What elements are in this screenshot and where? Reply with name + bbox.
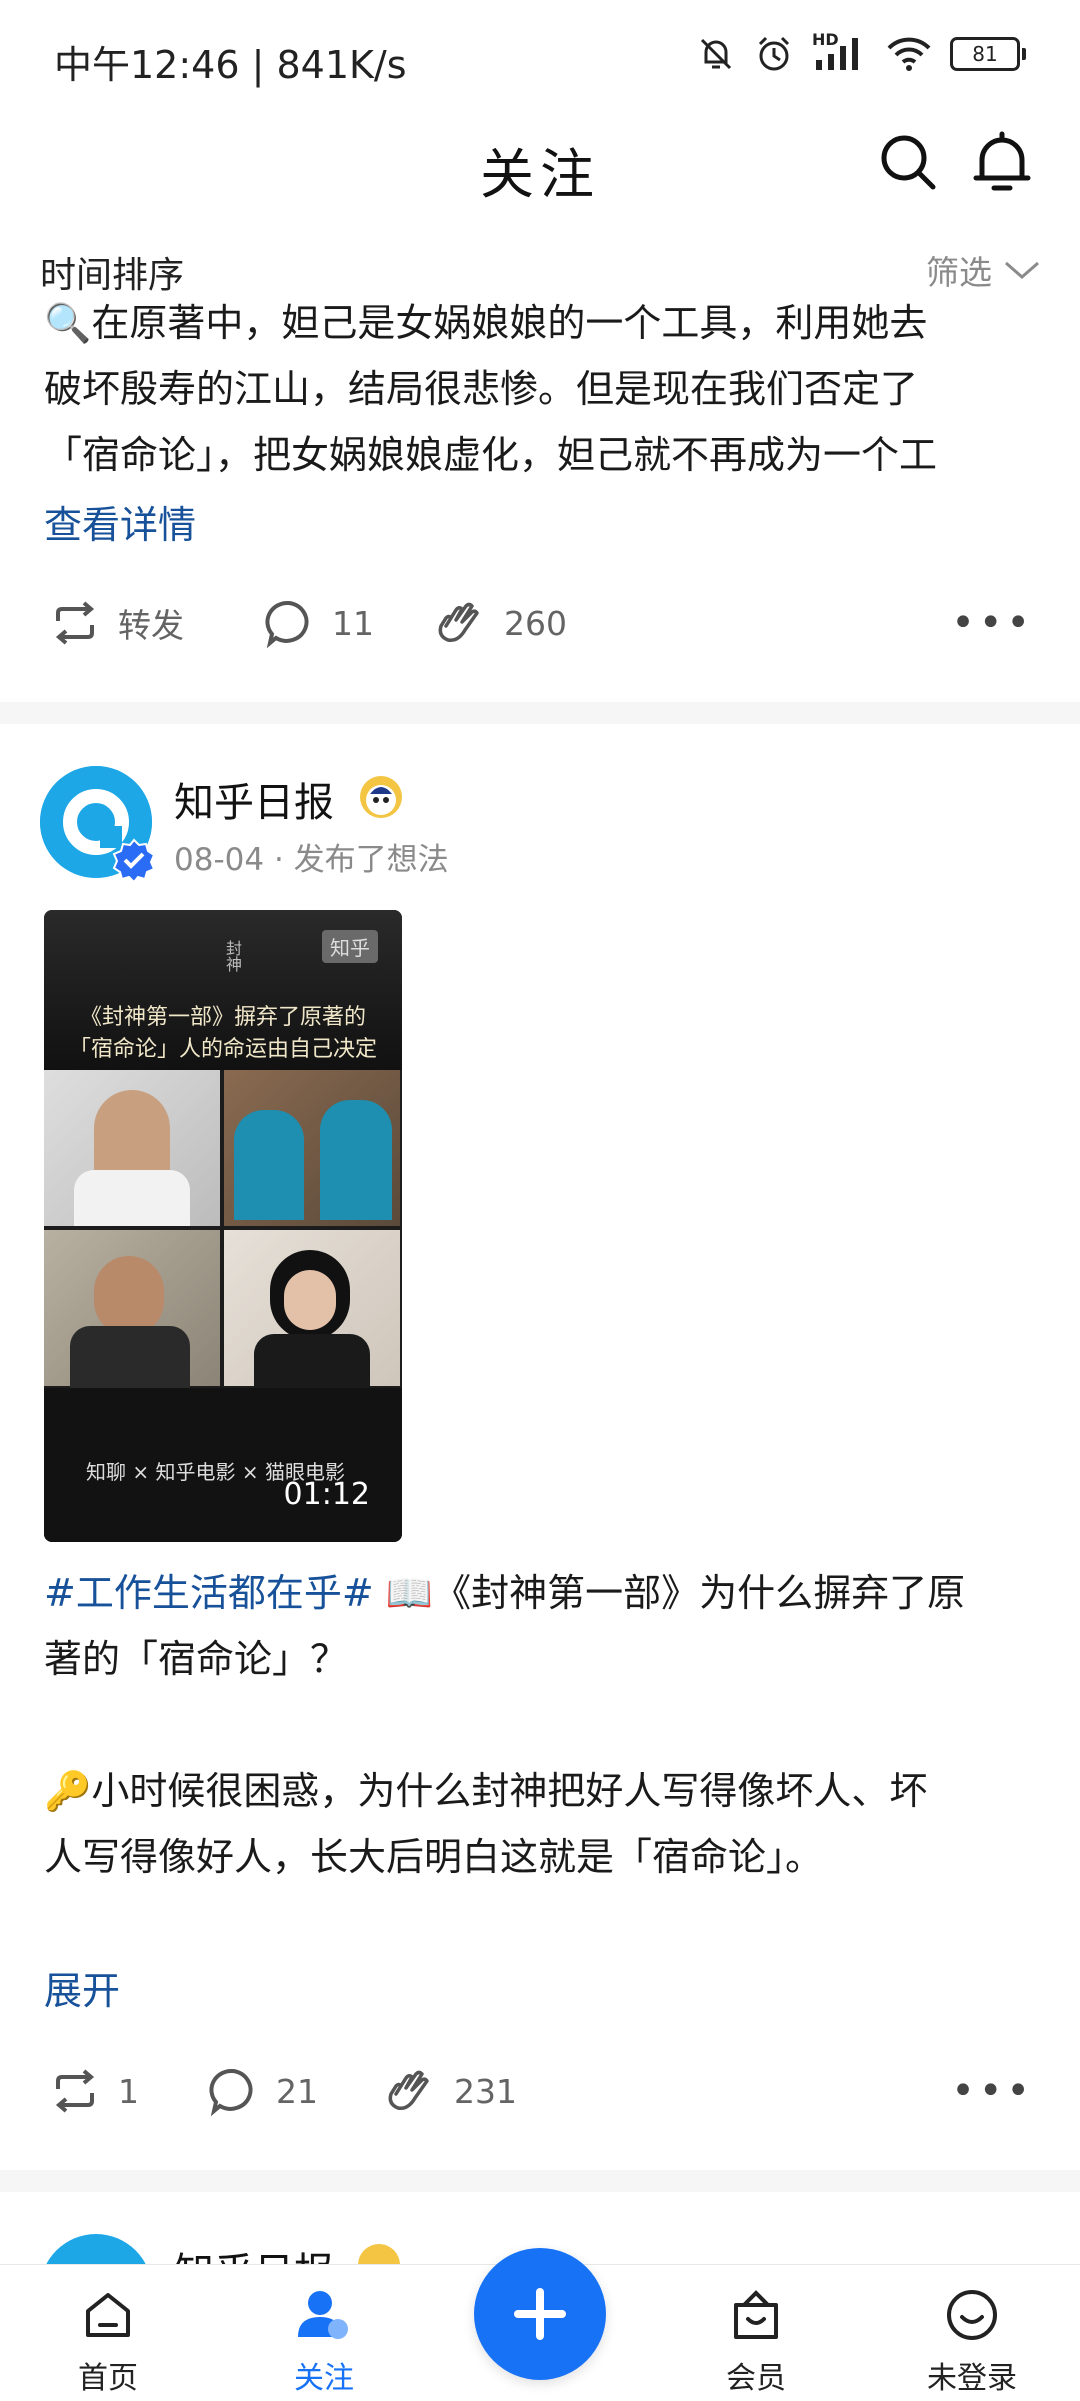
card-divider: [0, 702, 1080, 724]
video-duration: 01:12: [283, 1477, 370, 1512]
video-frame: [44, 1230, 220, 1388]
member-badge-icon: [358, 2244, 400, 2264]
repost-button[interactable]: 转发: [50, 599, 264, 647]
avatar[interactable]: [40, 766, 156, 882]
nav-home-label: 首页: [78, 2361, 138, 2396]
signal-icon: HD: [812, 30, 868, 74]
video-frame: [224, 1230, 400, 1388]
nav-profile[interactable]: 未登录: [892, 2287, 1052, 2397]
comment-icon: [265, 600, 309, 648]
post-1-line: 「宿命论」，把女娲娘娘虚化，妲己就不再成为一个工: [44, 433, 938, 477]
profile-face-icon: [947, 2290, 997, 2340]
status-time: 中午12:46 | 841K/s: [54, 43, 407, 87]
repost-label: 转发: [118, 606, 184, 645]
nav-follow[interactable]: 关注: [244, 2287, 404, 2397]
applause-count: 260: [504, 603, 567, 643]
more-options-icon[interactable]: •••: [951, 600, 1034, 646]
expand-link[interactable]: 展开: [44, 1960, 120, 2015]
video-thumbnail[interactable]: 知乎 封神 《封神第一部》摒弃了原著的 「宿命论」人的命运由自己决定 知聊 × …: [44, 910, 402, 1542]
post-2-text: #工作生活都在乎# 📖《封神第一部》为什么摒弃了原 著的「宿命论」？ 🔑小时候很…: [44, 1560, 1054, 1890]
card-divider: [0, 2170, 1080, 2192]
nav-follow-label: 关注: [294, 2361, 354, 2396]
nav-profile-label: 未登录: [927, 2361, 1017, 2396]
nav-member-label: 会员: [726, 2361, 786, 2396]
sort-order-label[interactable]: 时间排序: [40, 246, 184, 298]
post-2-line: 著的「宿命论」？: [44, 1637, 349, 1681]
follow-person-icon: [298, 2291, 348, 2339]
nav-member[interactable]: 会员: [676, 2287, 836, 2397]
author-name[interactable]: 知乎日报: [174, 770, 334, 828]
top-header: 关注: [0, 120, 1080, 260]
post-2-line: 人写得像好人，长大后明白这就是「宿命论」。: [44, 1835, 824, 1879]
repost-icon: [55, 601, 95, 645]
avatar[interactable]: [40, 2234, 152, 2264]
clap-icon: [388, 2070, 429, 2111]
member-bag-icon: [734, 2290, 778, 2339]
comment-button[interactable]: 11: [264, 598, 432, 648]
view-detail-link[interactable]: 查看详情: [44, 494, 196, 549]
status-bar: 中午12:46 | 841K/s HD 81: [0, 0, 1080, 120]
sort-row: 时间排序 筛选: [0, 240, 1080, 306]
alarm-icon: [758, 36, 790, 71]
comment-count: 11: [332, 603, 374, 643]
post-1-text: 🔍在原著中，妲己是女娲娘娘的一个工具，利用她去 破坏殷寿的江山，结局很悲惨。但是…: [44, 300, 1044, 488]
member-badge-icon: [360, 776, 402, 818]
wifi-icon: [887, 37, 931, 71]
status-icons: HD 81: [696, 30, 1026, 74]
video-frame: [44, 1070, 220, 1226]
home-icon: [86, 2293, 130, 2337]
post-2-line: 📖《封神第一部》为什么摒弃了原: [373, 1571, 966, 1615]
comment-icon: [209, 2068, 253, 2116]
applause-button[interactable]: 231: [382, 2064, 517, 2118]
post-2-actions: 1 21 231 •••: [50, 2064, 1034, 2118]
filter-button[interactable]: 筛选: [926, 246, 1042, 294]
clap-icon: [438, 602, 479, 643]
video-frame: [224, 1070, 400, 1226]
watermark-tag: 知乎: [322, 930, 378, 963]
verified-badge-icon: [112, 838, 156, 882]
topic-hashtag[interactable]: #工作生活都在乎#: [44, 1571, 374, 1615]
seal-mark: 封神: [223, 940, 242, 972]
battery-level: 81: [950, 37, 1020, 71]
post-date: 08-04: [174, 842, 265, 878]
post-1-line: 🔍在原著中，妲己是女娲娘娘的一个工具，利用她去: [44, 301, 928, 345]
author-name[interactable]: 知乎日报: [174, 2240, 334, 2264]
repost-button[interactable]: 1: [50, 2067, 208, 2115]
comment-count: 21: [276, 2071, 318, 2111]
repost-count: 1: [118, 2071, 139, 2111]
repost-icon: [55, 2069, 95, 2113]
filter-label: 筛选: [926, 253, 992, 292]
applause-button[interactable]: 260: [432, 596, 567, 650]
battery-icon: 81: [950, 37, 1026, 71]
post-1-actions: 转发 11 260 •••: [50, 596, 1034, 650]
video-title: 《封神第一部》摒弃了原著的 「宿命论」人的命运由自己决定: [68, 1005, 377, 1062]
nav-home[interactable]: 首页: [28, 2287, 188, 2397]
comment-button[interactable]: 21: [208, 2066, 382, 2116]
search-icon[interactable]: [878, 132, 938, 192]
more-options-icon[interactable]: •••: [951, 2068, 1034, 2114]
post-meta: 08-04 · 发布了想法: [174, 842, 449, 878]
post-2-line: 🔑小时候很困惑，为什么封神把好人写得像坏人、坏: [44, 1769, 928, 1813]
applause-count: 231: [454, 2071, 517, 2111]
plus-icon: [514, 2288, 566, 2340]
post-1-line: 破坏殷寿的江山，结局很悲惨。但是现在我们否定了: [44, 367, 919, 411]
post-action: 发布了想法: [293, 842, 449, 878]
notification-bell-icon[interactable]: [972, 130, 1032, 194]
create-post-button[interactable]: [474, 2248, 606, 2380]
chevron-down-icon: [1005, 261, 1039, 279]
mute-bell-icon: [700, 38, 732, 70]
